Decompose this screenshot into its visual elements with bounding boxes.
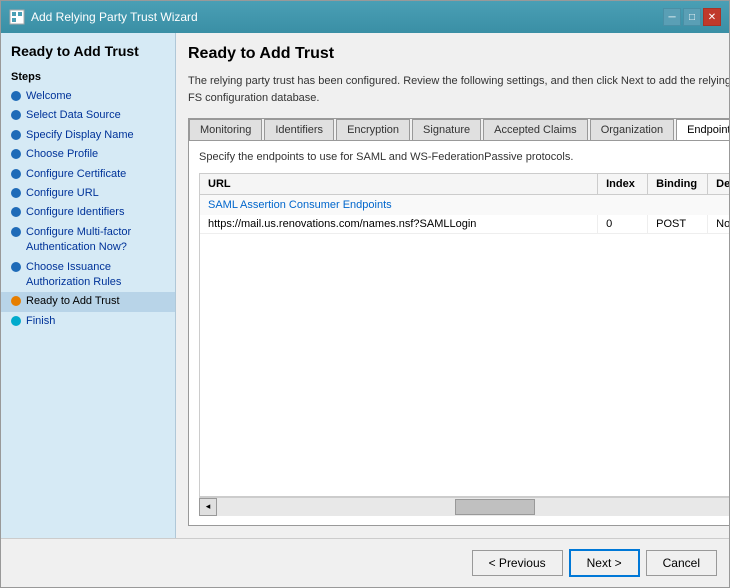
sidebar-item-ready-to-add[interactable]: Ready to Add Trust	[1, 292, 175, 311]
minimize-button[interactable]: ─	[663, 8, 681, 26]
window-controls: ─ □ ✕	[663, 8, 721, 26]
table-section-saml: SAML Assertion Consumer Endpoints	[200, 195, 729, 215]
scroll-track[interactable]	[217, 498, 729, 516]
page-title: Ready to Add Trust	[188, 45, 729, 63]
sidebar-item-choose-issuance[interactable]: Choose Issuance Authorization Rules	[1, 258, 175, 293]
sidebar-item-select-data-source[interactable]: Select Data Source	[1, 106, 175, 125]
cancel-button[interactable]: Cancel	[646, 550, 717, 576]
scroll-thumb[interactable]	[455, 499, 535, 515]
dot-configure-certificate	[11, 169, 21, 179]
col-index: Index	[598, 174, 648, 194]
app-icon	[9, 9, 25, 25]
tab-endpoints-content: Specify the endpoints to use for SAML an…	[189, 141, 729, 525]
cell-index: 0	[598, 215, 648, 233]
sidebar-item-configure-identifiers[interactable]: Configure Identifiers	[1, 203, 175, 222]
table-row: https://mail.us.renovations.com/names.ns…	[200, 215, 729, 234]
dot-welcome	[11, 91, 21, 101]
tab-endpoints[interactable]: Endpoints	[676, 119, 729, 141]
tab-signature[interactable]: Signature	[412, 119, 481, 140]
sidebar-item-finish[interactable]: Finish	[1, 312, 175, 331]
sidebar-label-configure-url: Configure URL	[26, 186, 99, 201]
dot-choose-profile	[11, 149, 21, 159]
sidebar-item-configure-certificate[interactable]: Configure Certificate	[1, 165, 175, 184]
sidebar-item-choose-profile[interactable]: Choose Profile	[1, 145, 175, 164]
table-header: URL Index Binding Default Respor	[200, 174, 729, 195]
sidebar-item-specify-display-name[interactable]: Specify Display Name	[1, 126, 175, 145]
scroll-left-button[interactable]: ◂	[199, 498, 217, 516]
sidebar-item-welcome[interactable]: Welcome	[1, 87, 175, 106]
sidebar-label-choose-issuance: Choose Issuance Authorization Rules	[26, 260, 167, 291]
main-panel: Ready to Add Trust The relying party tru…	[176, 33, 729, 538]
endpoints-table: URL Index Binding Default Respor SAML As…	[199, 173, 729, 497]
footer: < Previous Next > Cancel	[1, 538, 729, 587]
dot-configure-identifiers	[11, 207, 21, 217]
window-title: Add Relying Party Trust Wizard	[31, 10, 198, 24]
tab-container: Monitoring Identifiers Encryption Signat…	[188, 118, 729, 526]
cell-default: No	[708, 215, 729, 233]
sidebar-label-configure-certificate: Configure Certificate	[26, 167, 126, 182]
sidebar-label-select-data-source: Select Data Source	[26, 108, 121, 123]
cell-url: https://mail.us.renovations.com/names.ns…	[200, 215, 598, 233]
sidebar-label-finish: Finish	[26, 314, 55, 329]
dot-ready-to-add	[11, 296, 21, 306]
sidebar-label-welcome: Welcome	[26, 89, 72, 104]
sidebar-title: Ready to Add Trust	[1, 43, 175, 67]
tab-monitoring[interactable]: Monitoring	[189, 119, 262, 140]
sidebar-label-configure-identifiers: Configure Identifiers	[26, 205, 124, 220]
sidebar-label-configure-multifactor: Configure Multi-factor Authentication No…	[26, 225, 167, 256]
dot-specify-display-name	[11, 130, 21, 140]
sidebar: Ready to Add Trust Steps Welcome Select …	[1, 33, 176, 538]
content-area: Ready to Add Trust Steps Welcome Select …	[1, 33, 729, 538]
dot-configure-url	[11, 188, 21, 198]
tab-accepted-claims[interactable]: Accepted Claims	[483, 119, 588, 140]
title-bar-left: Add Relying Party Trust Wizard	[9, 9, 198, 25]
main-window: Add Relying Party Trust Wizard ─ □ ✕ Rea…	[0, 0, 730, 588]
dot-choose-issuance	[11, 262, 21, 272]
sidebar-item-configure-multifactor[interactable]: Configure Multi-factor Authentication No…	[1, 223, 175, 258]
tab-organization[interactable]: Organization	[590, 119, 674, 140]
horizontal-scrollbar[interactable]: ◂ ▸	[199, 497, 729, 515]
col-binding: Binding	[648, 174, 708, 194]
page-description: The relying party trust has been configu…	[188, 73, 729, 106]
dot-configure-multifactor	[11, 227, 21, 237]
col-url: URL	[200, 174, 598, 194]
col-default: Default	[708, 174, 729, 194]
cell-binding: POST	[648, 215, 708, 233]
sidebar-item-configure-url[interactable]: Configure URL	[1, 184, 175, 203]
dot-finish	[11, 316, 21, 326]
previous-button[interactable]: < Previous	[472, 550, 563, 576]
sidebar-label-ready-to-add: Ready to Add Trust	[26, 294, 120, 309]
table-body: SAML Assertion Consumer Endpoints https:…	[200, 195, 729, 496]
tab-encryption[interactable]: Encryption	[336, 119, 410, 140]
maximize-button[interactable]: □	[683, 8, 701, 26]
title-bar: Add Relying Party Trust Wizard ─ □ ✕	[1, 1, 729, 33]
close-button[interactable]: ✕	[703, 8, 721, 26]
steps-label: Steps	[1, 67, 175, 87]
endpoints-description: Specify the endpoints to use for SAML an…	[199, 151, 729, 163]
next-button[interactable]: Next >	[569, 549, 640, 577]
tabs-bar: Monitoring Identifiers Encryption Signat…	[189, 119, 729, 141]
dot-select-data-source	[11, 110, 21, 120]
sidebar-label-specify-display-name: Specify Display Name	[26, 128, 134, 143]
sidebar-label-choose-profile: Choose Profile	[26, 147, 98, 162]
tab-identifiers[interactable]: Identifiers	[264, 119, 334, 140]
